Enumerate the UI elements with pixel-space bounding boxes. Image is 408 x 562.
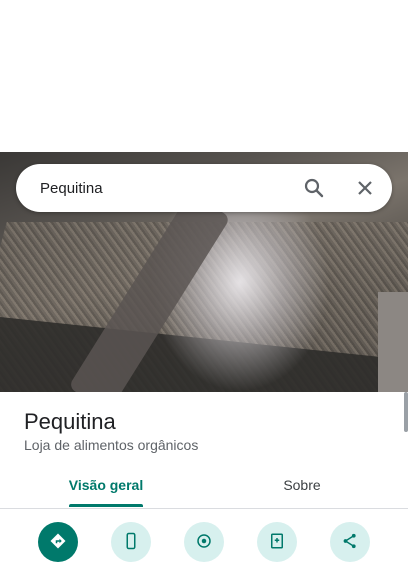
location-button[interactable] <box>184 522 224 562</box>
place-category: Loja de alimentos orgânicos <box>24 437 199 453</box>
share-icon <box>343 533 356 549</box>
active-tab-indicator <box>69 504 143 507</box>
location-icon <box>197 534 211 548</box>
directions-button[interactable] <box>38 522 78 562</box>
action-row <box>0 522 408 562</box>
scrollbar[interactable] <box>404 392 408 432</box>
phone-icon <box>126 532 136 550</box>
call-button[interactable] <box>111 522 151 562</box>
tab-bar: Visão geral Sobre <box>0 465 408 509</box>
tab-divider <box>0 508 408 509</box>
save-button[interactable] <box>257 522 297 562</box>
share-button[interactable] <box>330 522 370 562</box>
photo-post <box>378 292 408 392</box>
search-box[interactable] <box>16 164 392 212</box>
close-icon[interactable] <box>353 176 377 200</box>
directions-icon <box>50 533 66 549</box>
tab-overview[interactable]: Visão geral <box>66 465 146 509</box>
search-icon[interactable] <box>302 176 326 200</box>
place-title: Pequitina <box>24 409 116 434</box>
tab-about[interactable]: Sobre <box>262 465 342 509</box>
search-input[interactable] <box>40 164 290 212</box>
save-icon <box>271 533 283 549</box>
